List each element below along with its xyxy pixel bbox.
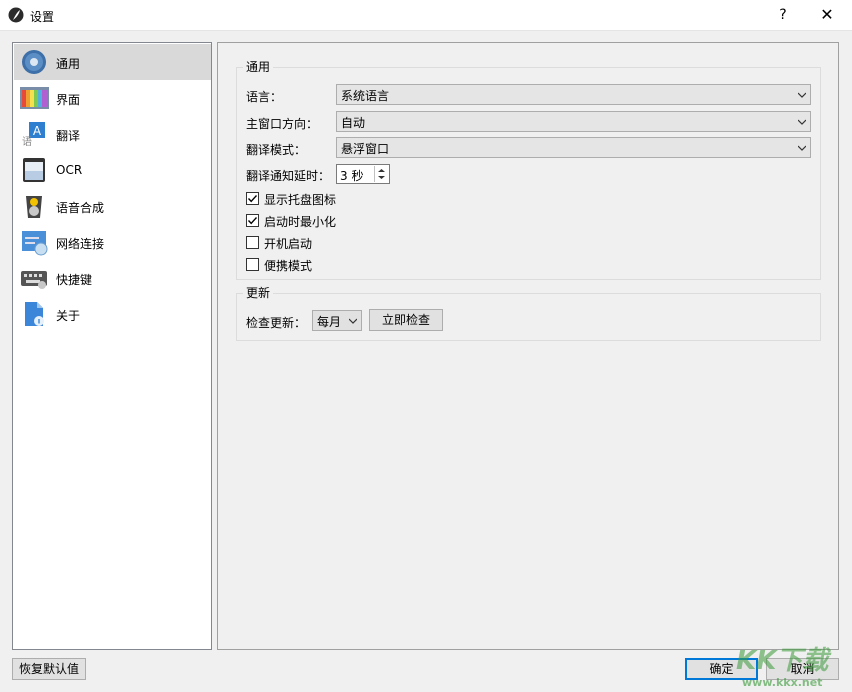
sidebar-item-label: 语音合成 [56,199,104,216]
keyboard-icon [20,264,48,292]
check-update-label: 检查更新： [246,314,306,331]
spin-arrows-icon [375,166,388,182]
network-icon [20,228,48,256]
checkbox-box[interactable] [246,192,259,205]
sidebar-item-label: 界面 [56,91,80,108]
sidebar-item-about[interactable]: 关于 [14,296,211,332]
info-document-icon [20,300,48,328]
language-label: 语言： [246,88,282,105]
window-title: 设置 [30,8,54,25]
sidebar-item-shortcuts[interactable]: 快捷键 [14,260,211,296]
update-frequency-select[interactable]: 每月 [312,310,362,331]
sidebar-item-tts[interactable]: 语音合成 [14,188,211,224]
chevron-down-icon [798,118,806,126]
sidebar-item-label: 通用 [56,55,80,72]
sidebar-item-network[interactable]: 网络连接 [14,224,211,260]
update-group: 更新 检查更新： 每月 立即检查 [236,293,821,341]
sidebar-item-interface[interactable]: 界面 [14,80,211,116]
checkbox-box[interactable] [246,214,259,227]
checkmark-icon [247,193,258,204]
svg-text:A: A [33,124,42,138]
language-select[interactable]: 系统语言 [336,84,811,105]
title-bar: 设置 ? ✕ [0,0,852,31]
notify-delay-spinbox[interactable]: 3 秒 [336,164,390,184]
watermark-url: www.kkx.net [742,676,822,689]
sidebar-item-general[interactable]: 通用 [14,44,211,80]
settings-sidebar: 通用 界面 A 语 翻译 OCR [12,42,212,650]
start-minimized-checkbox[interactable]: 启动时最小化 [246,212,396,230]
help-button[interactable]: ? [770,2,796,28]
watermark: KK下载 www.kkx.net [728,640,848,690]
sidebar-item-label: OCR [56,163,82,177]
settings-content-panel: 通用 语言： 系统语言 主窗口方向： 自动 翻译模式： 悬浮窗口 翻译通知延时：… [217,42,839,650]
sidebar-item-label: 关于 [56,307,80,324]
app-logo-icon [8,7,24,23]
sidebar-item-label: 网络连接 [56,235,104,252]
group-title: 通用 [243,58,273,75]
speaker-icon [20,192,48,220]
check-now-button[interactable]: 立即检查 [369,309,443,331]
close-button[interactable]: ✕ [812,2,842,28]
restore-defaults-button[interactable]: 恢复默认值 [12,658,86,680]
ocr-window-icon [20,156,48,184]
sidebar-item-translate[interactable]: A 语 翻译 [14,116,211,152]
watermark-brand: KK下载 [736,640,828,677]
portable-mode-checkbox[interactable]: 便携模式 [246,256,396,274]
translate-icon: A 语 [20,120,48,148]
sidebar-item-label: 翻译 [56,127,80,144]
show-tray-icon-checkbox[interactable]: 显示托盘图标 [246,190,396,208]
group-title: 更新 [243,284,273,301]
gear-icon [20,48,48,76]
checkbox-box[interactable] [246,236,259,249]
general-group: 通用 语言： 系统语言 主窗口方向： 自动 翻译模式： 悬浮窗口 翻译通知延时：… [236,67,821,280]
sidebar-item-ocr[interactable]: OCR [14,152,211,188]
chevron-down-icon [798,91,806,99]
window-direction-label: 主窗口方向： [246,115,318,132]
checkmark-icon [247,215,258,226]
chevron-down-icon [798,144,806,152]
autostart-checkbox[interactable]: 开机启动 [246,234,396,252]
checkbox-box[interactable] [246,258,259,271]
translate-mode-select[interactable]: 悬浮窗口 [336,137,811,158]
window-direction-select[interactable]: 自动 [336,111,811,132]
spin-buttons[interactable] [374,166,388,182]
translate-mode-label: 翻译模式： [246,141,306,158]
sidebar-item-label: 快捷键 [56,271,92,288]
palette-icon [19,84,49,112]
chevron-down-icon [349,317,357,325]
notify-delay-label: 翻译通知延时： [246,167,330,184]
svg-text:语: 语 [22,136,32,148]
